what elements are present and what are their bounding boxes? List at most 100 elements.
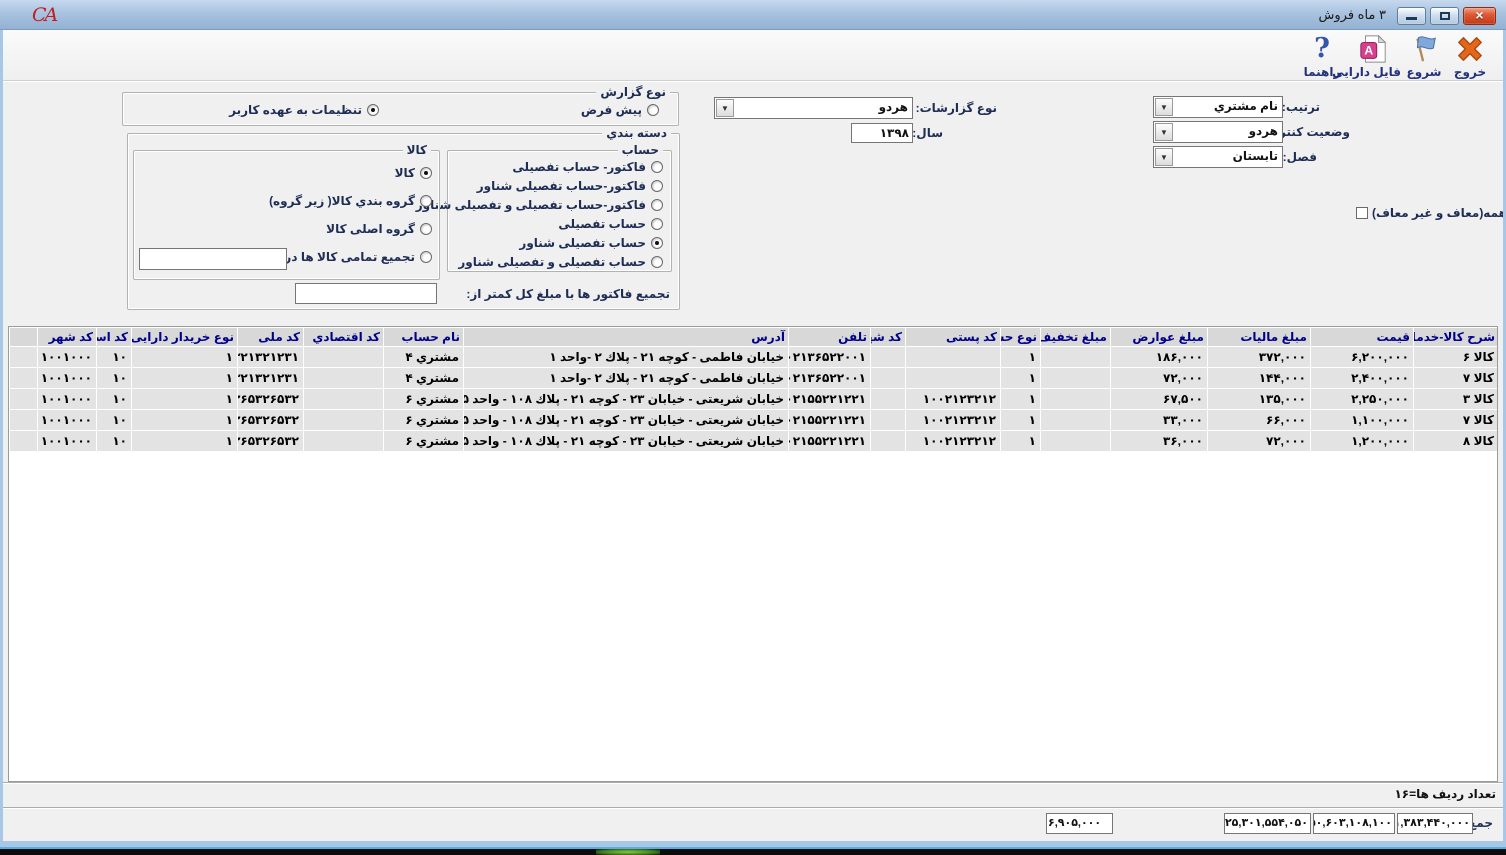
column-header[interactable]: مبلغ مالیات (1208, 328, 1311, 347)
table-cell[interactable] (10, 410, 38, 431)
table-cell[interactable]: ۱۰۰۱۰۰۰ (38, 431, 97, 452)
table-cell[interactable]: خیابان شریعتی - خیابان ۲۳ - کوچه ۲۱ - پل… (464, 389, 789, 410)
table-cell[interactable] (304, 431, 384, 452)
radio-account-4[interactable]: حساب تفصیلی شناور (519, 236, 663, 250)
table-cell[interactable]: مشتري ۴ (384, 368, 464, 389)
table-cell[interactable]: ۱ (1001, 431, 1041, 452)
radio-account-2[interactable]: فاکتور-حساب تفصیلی و تفصیلی شناور (416, 198, 663, 212)
table-cell[interactable]: کالا ۸ (1414, 431, 1499, 452)
table-cell[interactable]: ۱۰۰۱۰۰۰ (38, 410, 97, 431)
table-cell[interactable]: ۱۰ (97, 410, 132, 431)
year-input[interactable] (851, 123, 913, 143)
column-header[interactable]: شرح کالا-خدمات (1414, 328, 1499, 347)
column-header[interactable]: تلفن (789, 328, 871, 347)
table-cell[interactable]: ۱۰۰۱۰۰۰ (38, 389, 97, 410)
column-header[interactable]: نام حساب (384, 328, 464, 347)
table-cell[interactable] (1041, 410, 1111, 431)
table-cell[interactable]: ۱۸۶,۰۰۰ (1111, 347, 1208, 368)
table-cell[interactable]: کالا ۷ (1414, 410, 1499, 431)
table-cell[interactable]: کالا ۷ (1414, 368, 1499, 389)
table-row[interactable]: کالا ۷۲,۴۰۰,۰۰۰۱۴۴,۰۰۰۷۲,۰۰۰۱۰۲۱۳۶۵۲۲۰۰۱… (10, 368, 1499, 389)
table-cell[interactable]: ۱ (1001, 368, 1041, 389)
season-combo[interactable]: تابستان ▼ (1153, 146, 1283, 168)
table-cell[interactable]: ۱۰۰۲۱۲۳۲۱۲ (906, 389, 1001, 410)
table-cell[interactable] (10, 347, 38, 368)
chevron-down-icon[interactable]: ▼ (1155, 98, 1173, 116)
table-cell[interactable]: ۳۲۶۵۳۲۶۵۳۲ (238, 389, 304, 410)
table-row[interactable]: کالا ۸۱,۲۰۰,۰۰۰۷۲,۰۰۰۳۶,۰۰۰۱۱۰۰۲۱۲۳۲۱۲۰۲… (10, 431, 1499, 452)
table-cell[interactable]: ۷۲,۰۰۰ (1111, 368, 1208, 389)
table-cell[interactable]: ۶۶,۰۰۰ (1208, 410, 1311, 431)
table-cell[interactable]: ۳۶,۰۰۰ (1111, 431, 1208, 452)
table-cell[interactable] (304, 389, 384, 410)
table-cell[interactable]: ۱۴۴,۰۰۰ (1208, 368, 1311, 389)
table-cell[interactable]: ۱ (132, 347, 238, 368)
report-types-combo[interactable]: هردو ▼ (714, 97, 913, 119)
start-button[interactable]: شروع (1402, 33, 1446, 79)
table-cell[interactable]: ۱ (132, 389, 238, 410)
table-cell[interactable]: ۱۰ (97, 368, 132, 389)
table-cell[interactable]: مشتري ۴ (384, 347, 464, 368)
table-cell[interactable] (871, 431, 906, 452)
all-exempt-checkbox[interactable] (1356, 207, 1368, 219)
radio-account-5[interactable]: حساب تفصیلی و تفصیلی شناور (458, 255, 663, 269)
maximize-button[interactable] (1430, 7, 1459, 25)
table-cell[interactable]: کالا ۶ (1414, 347, 1499, 368)
table-cell[interactable]: ۳۷۲,۰۰۰ (1208, 347, 1311, 368)
table-row[interactable]: کالا ۶۶,۲۰۰,۰۰۰۳۷۲,۰۰۰۱۸۶,۰۰۰۱۰۲۱۳۶۵۲۲۰۰… (10, 347, 1499, 368)
table-cell[interactable] (304, 347, 384, 368)
close-button[interactable]: × (1463, 7, 1496, 25)
table-cell[interactable]: ۱۳۵,۰۰۰ (1208, 389, 1311, 410)
chevron-down-icon[interactable]: ▼ (1155, 123, 1173, 141)
radio-report-custom[interactable]: تنظیمات به عهده کاربر (229, 103, 379, 117)
column-header[interactable]: مبلغ تخفیف (1041, 328, 1111, 347)
table-cell[interactable]: خیابان شریعتی - خیابان ۲۳ - کوچه ۲۱ - پل… (464, 410, 789, 431)
table-cell[interactable] (10, 431, 38, 452)
table-cell[interactable]: ۲,۲۵۰,۰۰۰ (1311, 389, 1414, 410)
table-cell[interactable]: ۳۳,۰۰۰ (1111, 410, 1208, 431)
column-header[interactable]: کد اقتصادي (304, 328, 384, 347)
column-header[interactable]: کد ملی (238, 328, 304, 347)
table-cell[interactable]: مشتري ۶ (384, 389, 464, 410)
table-cell[interactable] (1041, 368, 1111, 389)
table-cell[interactable]: ۰۲۱۳۶۵۲۲۰۰۱ (789, 347, 871, 368)
column-header[interactable]: کد استان (97, 328, 132, 347)
table-cell[interactable]: مشتري ۶ (384, 431, 464, 452)
table-cell[interactable] (10, 368, 38, 389)
minimize-button[interactable] (1397, 7, 1426, 25)
radio-goods-1[interactable]: گروه بندي کالا( زیر گروه) (269, 194, 432, 208)
radio-report-default[interactable]: پیش فرض (581, 103, 659, 117)
control-status-combo[interactable]: هردو ▼ (1153, 121, 1283, 143)
column-header[interactable]: کد شهر (38, 328, 97, 347)
help-button[interactable]: ? راهنما (1300, 33, 1344, 79)
table-cell[interactable]: ۱ (132, 410, 238, 431)
table-cell[interactable]: ۱ (132, 368, 238, 389)
table-cell[interactable] (906, 368, 1001, 389)
table-cell[interactable]: ۱۳۲۱۳۲۱۲۳۱ (238, 347, 304, 368)
column-header[interactable]: نوع حساب (1001, 328, 1041, 347)
table-cell[interactable]: مشتري ۶ (384, 410, 464, 431)
table-cell[interactable] (871, 410, 906, 431)
table-cell[interactable]: ۱ (1001, 389, 1041, 410)
table-cell[interactable] (871, 389, 906, 410)
table-cell[interactable]: ۱۰ (97, 389, 132, 410)
table-cell[interactable]: ۰۲۱۵۵۲۲۱۲۲۱ (789, 431, 871, 452)
table-cell[interactable] (304, 368, 384, 389)
radio-goods-0[interactable]: کالا (395, 166, 432, 180)
table-cell[interactable]: ۳۲۶۵۳۲۶۵۳۲ (238, 410, 304, 431)
asset-file-button[interactable]: A فایل دارایی (1345, 33, 1401, 79)
table-cell[interactable] (10, 389, 38, 410)
table-cell[interactable]: ۱۰ (97, 347, 132, 368)
table-cell[interactable]: ۱۰۰۱۰۰۰ (38, 347, 97, 368)
column-header[interactable]: نوع خریدار دارایی (132, 328, 238, 347)
radio-goods-2[interactable]: گروه اصلی کالا (326, 222, 432, 236)
table-cell[interactable]: ۰۲۱۵۵۲۲۱۲۲۱ (789, 410, 871, 431)
table-cell[interactable]: ۱ (132, 431, 238, 452)
table-row[interactable]: کالا ۳۲,۲۵۰,۰۰۰۱۳۵,۰۰۰۶۷,۵۰۰۱۱۰۰۲۱۲۳۲۱۲۰… (10, 389, 1499, 410)
column-header[interactable]: کد پستی (906, 328, 1001, 347)
column-header[interactable] (10, 328, 38, 347)
table-cell[interactable]: ۱۰۰۱۰۰۰ (38, 368, 97, 389)
table-cell[interactable] (871, 368, 906, 389)
table-cell[interactable]: ۳۲۶۵۳۲۶۵۳۲ (238, 431, 304, 452)
table-cell[interactable]: خیابان شریعتی - خیابان ۲۳ - کوچه ۲۱ - پل… (464, 431, 789, 452)
